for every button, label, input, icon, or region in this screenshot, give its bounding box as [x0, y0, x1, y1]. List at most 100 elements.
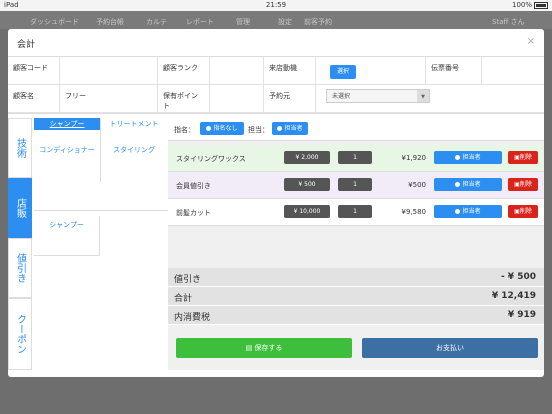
- line-item-row: 前髪カット ¥ 10,000 1 ¥9,580 担当者 ▣削除: [168, 199, 544, 226]
- tab-discount[interactable]: 値引き: [8, 238, 32, 298]
- bg-nav-item: 予約台帳: [96, 18, 124, 26]
- chevron-down-icon: ▼: [417, 90, 429, 102]
- customer-code-value: [60, 57, 158, 85]
- designate-label: 指名：: [174, 126, 195, 134]
- bg-nav-item: Staff さん: [492, 18, 525, 26]
- summary-value: ¥ 12,419: [491, 291, 536, 301]
- item-amount: ¥1,920: [401, 154, 427, 162]
- item-staff-label: 担当者: [462, 154, 481, 161]
- person-icon: [277, 126, 283, 131]
- bg-nav-item: 管理: [236, 18, 250, 26]
- visit-motive-select-button[interactable]: 選択: [330, 65, 356, 79]
- bg-nav-item: レポート: [186, 18, 214, 26]
- bg-nav-item: 前客予約: [304, 18, 332, 26]
- staff-button-label: 担当者: [284, 125, 303, 132]
- line-items-panel: 指名： 指名なし 担当： 担当者 スタイリングワックス ¥ 2,000 1 ¥1…: [168, 118, 544, 370]
- item-delete-label: 削除: [519, 154, 532, 161]
- battery-level: 100%: [511, 1, 532, 9]
- save-label: 保存する: [254, 344, 283, 352]
- booking-source-dropdown[interactable]: 未選択 ▼: [326, 89, 430, 103]
- pay-button[interactable]: お支払い: [362, 338, 538, 358]
- item-name: 会員値引き: [176, 182, 211, 190]
- category-conditioner[interactable]: コンディショナー: [34, 144, 100, 156]
- summary-value: - ¥ 500: [500, 272, 536, 282]
- item-delete-label: 削除: [519, 208, 532, 215]
- item-qty-button[interactable]: 1: [338, 205, 372, 218]
- battery-icon: [534, 1, 548, 9]
- booking-source-label: 予約元: [264, 85, 316, 113]
- category-label: シャンプー: [49, 120, 85, 128]
- item-staff-label: 担当者: [462, 181, 481, 188]
- item-name: スタイリングワックス: [176, 155, 246, 163]
- discount-summary: 値引き - ¥ 500: [168, 268, 544, 287]
- customer-info: 顧客コード 顧客ランク 来店動機 伝票番号 顧客名 フリー 保有ポイント 予約元: [8, 57, 544, 114]
- person-icon: [455, 182, 461, 187]
- item-qty-button[interactable]: 1: [338, 178, 372, 191]
- points-value: [210, 85, 264, 113]
- side-tabs: 技術 店販 値引き クーポン: [8, 118, 32, 370]
- assignment-bar: 指名： 指名なし 担当： 担当者: [168, 118, 544, 141]
- bg-nav-item: カルテ: [146, 18, 167, 26]
- category-treatment[interactable]: トリートメント: [100, 118, 168, 130]
- category-panel: シャンプー トリートメント コンディショナー スタイリング シャンプー: [32, 118, 169, 370]
- background-nav: ダッシュボード 予約台帳 カルテ レポート 管理 設定 前客予約 Staff さ…: [0, 11, 552, 29]
- item-staff-button[interactable]: 担当者: [434, 151, 502, 164]
- item-amount: ¥500: [408, 181, 426, 189]
- modal-title: 会計: [17, 40, 36, 50]
- staff-button[interactable]: 担当者: [272, 122, 308, 135]
- customer-name-value: フリー: [60, 85, 158, 113]
- item-delete-button[interactable]: ▣削除: [508, 205, 538, 218]
- person-icon: [455, 209, 461, 214]
- item-price-button[interactable]: ¥ 500: [284, 178, 330, 191]
- customer-name-label: 顧客名: [8, 85, 60, 113]
- tab-technique[interactable]: 技術: [8, 118, 32, 178]
- item-price-button[interactable]: ¥ 2,000: [284, 151, 330, 164]
- slip-no-value: [482, 57, 544, 85]
- customer-code-label: 顧客コード: [8, 57, 60, 85]
- customer-rank-value: [210, 57, 264, 85]
- divider: [100, 118, 101, 182]
- total-summary: 合計 ¥ 12,419: [168, 287, 544, 306]
- summary-value: ¥ 919: [507, 310, 536, 320]
- item-delete-button[interactable]: ▣削除: [508, 151, 538, 164]
- item-name: 前髪カット: [176, 209, 211, 217]
- divider: [34, 210, 168, 211]
- booking-source-value: 未選択: [332, 93, 351, 100]
- item-delete-label: 削除: [519, 181, 532, 188]
- item-amount: ¥9,580: [401, 208, 427, 216]
- item-qty-button[interactable]: 1: [338, 151, 372, 164]
- battery-indicator: 100%: [512, 0, 548, 11]
- checkout-modal: 会計 × 顧客コード 顧客ランク 来店動機 伝票番号 顧客名 フリー 保有ポイン…: [8, 29, 544, 377]
- status-bar: iPad 21:59 100%: [0, 0, 552, 11]
- bg-nav-item: ダッシュボード: [30, 18, 79, 26]
- save-button[interactable]: ▤ 保存する: [176, 338, 352, 358]
- slip-no-label: 伝票番号: [426, 57, 482, 85]
- customer-rank-label: 顧客ランク: [158, 57, 210, 85]
- person-icon: [206, 126, 212, 131]
- person-icon: [455, 155, 461, 160]
- tab-coupon[interactable]: クーポン: [8, 298, 32, 370]
- item-price-button[interactable]: ¥ 10,000: [284, 205, 330, 218]
- category-shampoo[interactable]: シャンプー: [34, 118, 100, 130]
- summary-label: 値引き: [174, 275, 202, 285]
- no-designate-label: 指名なし: [213, 125, 238, 132]
- item-staff-button[interactable]: 担当者: [434, 205, 502, 218]
- summary-label: 内消費税: [174, 313, 211, 323]
- product-shampoo[interactable]: シャンプー: [34, 216, 100, 256]
- summary-label: 合計: [174, 294, 193, 304]
- clock: 21:59: [265, 1, 287, 9]
- tax-summary: 内消費税 ¥ 919: [168, 306, 544, 325]
- tab-retail[interactable]: 店販: [8, 178, 32, 238]
- item-staff-button[interactable]: 担当者: [434, 178, 502, 191]
- item-staff-label: 担当者: [462, 208, 481, 215]
- line-item-row: スタイリングワックス ¥ 2,000 1 ¥1,920 担当者 ▣削除: [168, 145, 544, 172]
- modal-header: 会計 ×: [8, 29, 544, 57]
- visit-motive-label: 来店動機: [264, 57, 316, 85]
- line-item-row: 会員値引き ¥ 500 1 ¥500 担当者 ▣削除: [168, 172, 544, 199]
- item-delete-button[interactable]: ▣削除: [508, 178, 538, 191]
- points-label: 保有ポイント: [158, 85, 210, 113]
- no-designate-button[interactable]: 指名なし: [200, 122, 244, 135]
- close-icon[interactable]: ×: [527, 36, 535, 47]
- staff-label: 担当：: [248, 126, 269, 134]
- category-styling[interactable]: スタイリング: [100, 144, 168, 156]
